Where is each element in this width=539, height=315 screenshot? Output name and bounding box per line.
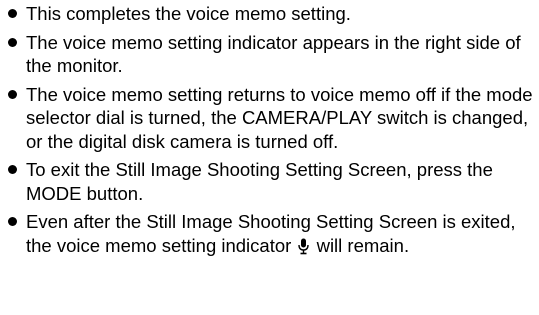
bullet-text: This completes the voice memo setting.	[26, 3, 351, 24]
bullet-item: The voice memo setting returns to voice …	[6, 83, 534, 154]
bullet-text-before-icon: Even after the Still Image Shooting Sett…	[26, 211, 516, 256]
microphone-icon	[298, 237, 310, 261]
bullet-text: To exit the Still Image Shooting Setting…	[26, 159, 493, 204]
bullet-text-after-icon: will remain.	[316, 234, 410, 256]
bullet-item: Even after the Still Image Shooting Sett…	[6, 210, 534, 260]
bullet-item: To exit the Still Image Shooting Setting…	[6, 158, 534, 205]
bullet-item: This completes the voice memo setting.	[6, 2, 534, 26]
bullet-dot	[8, 89, 17, 99]
bullet-dot	[8, 165, 17, 174]
bullet-dot	[8, 9, 17, 18]
bullet-text: The voice memo setting returns to voice …	[26, 83, 533, 152]
bullet-text: The voice memo setting indicator appears…	[26, 31, 521, 77]
bullet-item: The voice memo setting indicator appears…	[6, 31, 534, 78]
bullet-dot	[8, 217, 17, 226]
bullet-dot	[8, 37, 17, 47]
instruction-bullet-list: This completes the voice memo setting. T…	[6, 2, 534, 265]
